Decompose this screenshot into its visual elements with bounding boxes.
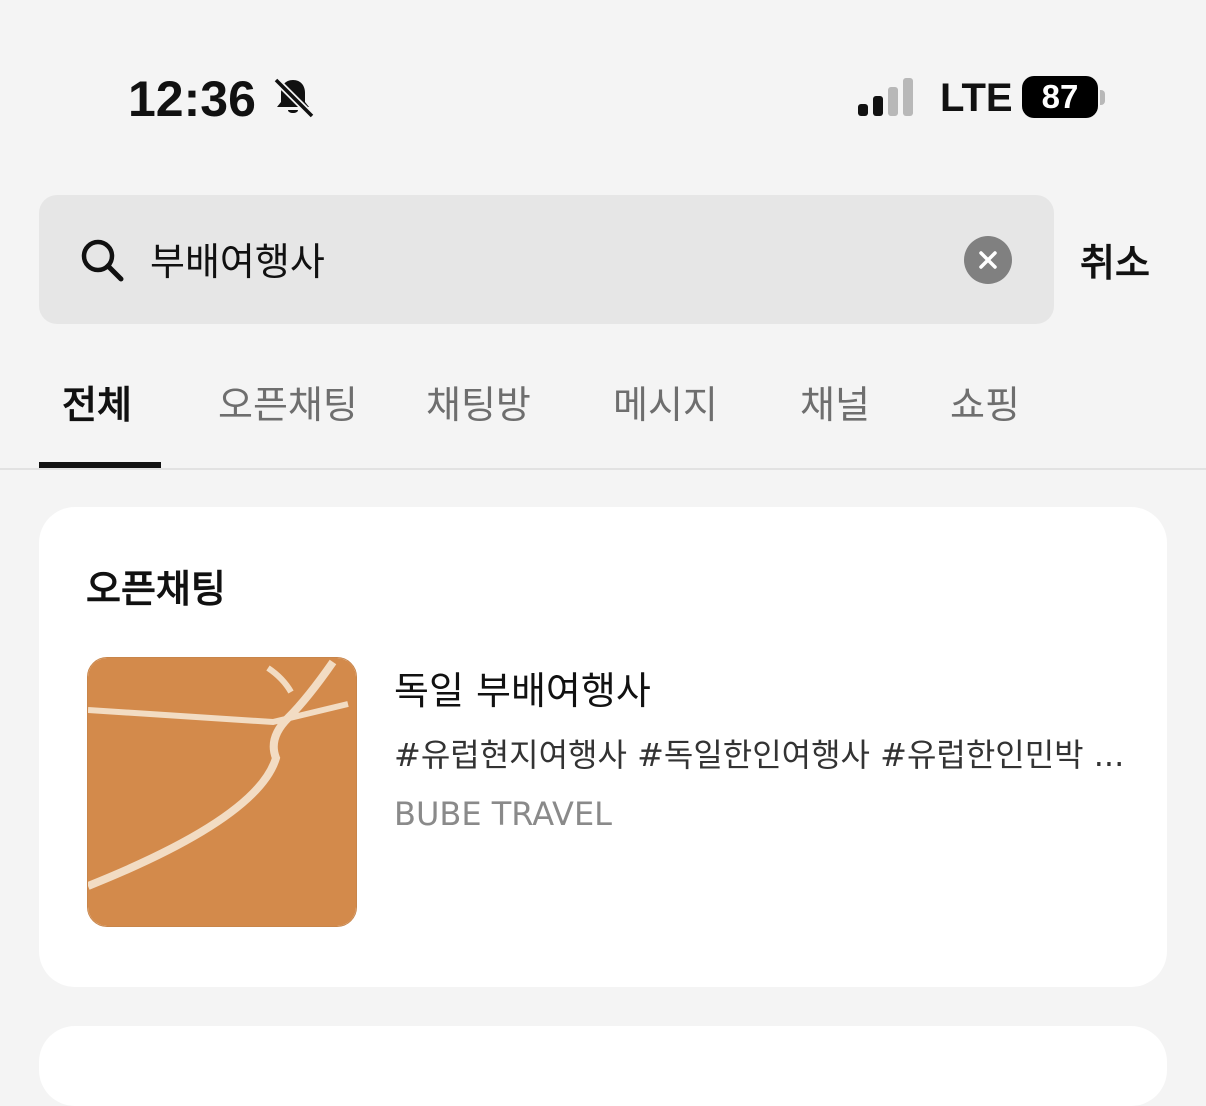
network-label: LTE: [940, 76, 1013, 120]
bell-muted-icon: [270, 74, 316, 120]
clear-icon: [979, 251, 997, 269]
tab-open-chat[interactable]: 오픈채팅: [218, 374, 358, 429]
open-chat-subtitle: BUBE TRAVEL: [394, 795, 612, 833]
battery-tip: [1100, 90, 1105, 105]
section-title: 오픈채팅: [86, 567, 226, 611]
clock: 12:36: [128, 71, 256, 127]
active-tab-indicator: [39, 462, 161, 468]
open-chat-tags: #유럽현지여행사 #독일한인여행사 #유럽한인민박 ...: [394, 736, 1125, 774]
tab-messages[interactable]: 메시지: [613, 374, 718, 429]
battery-indicator: 87: [1022, 76, 1098, 118]
tab-chat-rooms[interactable]: 채팅방: [426, 374, 531, 429]
search-input[interactable]: [150, 228, 930, 288]
tab-channels[interactable]: 채널: [800, 374, 870, 429]
tab-all[interactable]: 전체: [62, 374, 132, 429]
cancel-button[interactable]: 취소: [1080, 232, 1150, 287]
open-chat-thumbnail[interactable]: [87, 657, 357, 927]
search-icon: [78, 236, 126, 284]
open-chat-title[interactable]: 독일 부배여행사: [394, 660, 651, 715]
signal-icon: [858, 78, 920, 118]
next-section-card: [39, 1026, 1167, 1106]
clear-search-button[interactable]: [964, 236, 1012, 284]
tab-bar: 전체 오픈채팅 채팅방 메시지 채널 쇼핑: [0, 350, 1206, 470]
tab-shopping[interactable]: 쇼핑: [950, 374, 1020, 429]
status-bar: 12:36 LTE 87: [0, 0, 1206, 180]
